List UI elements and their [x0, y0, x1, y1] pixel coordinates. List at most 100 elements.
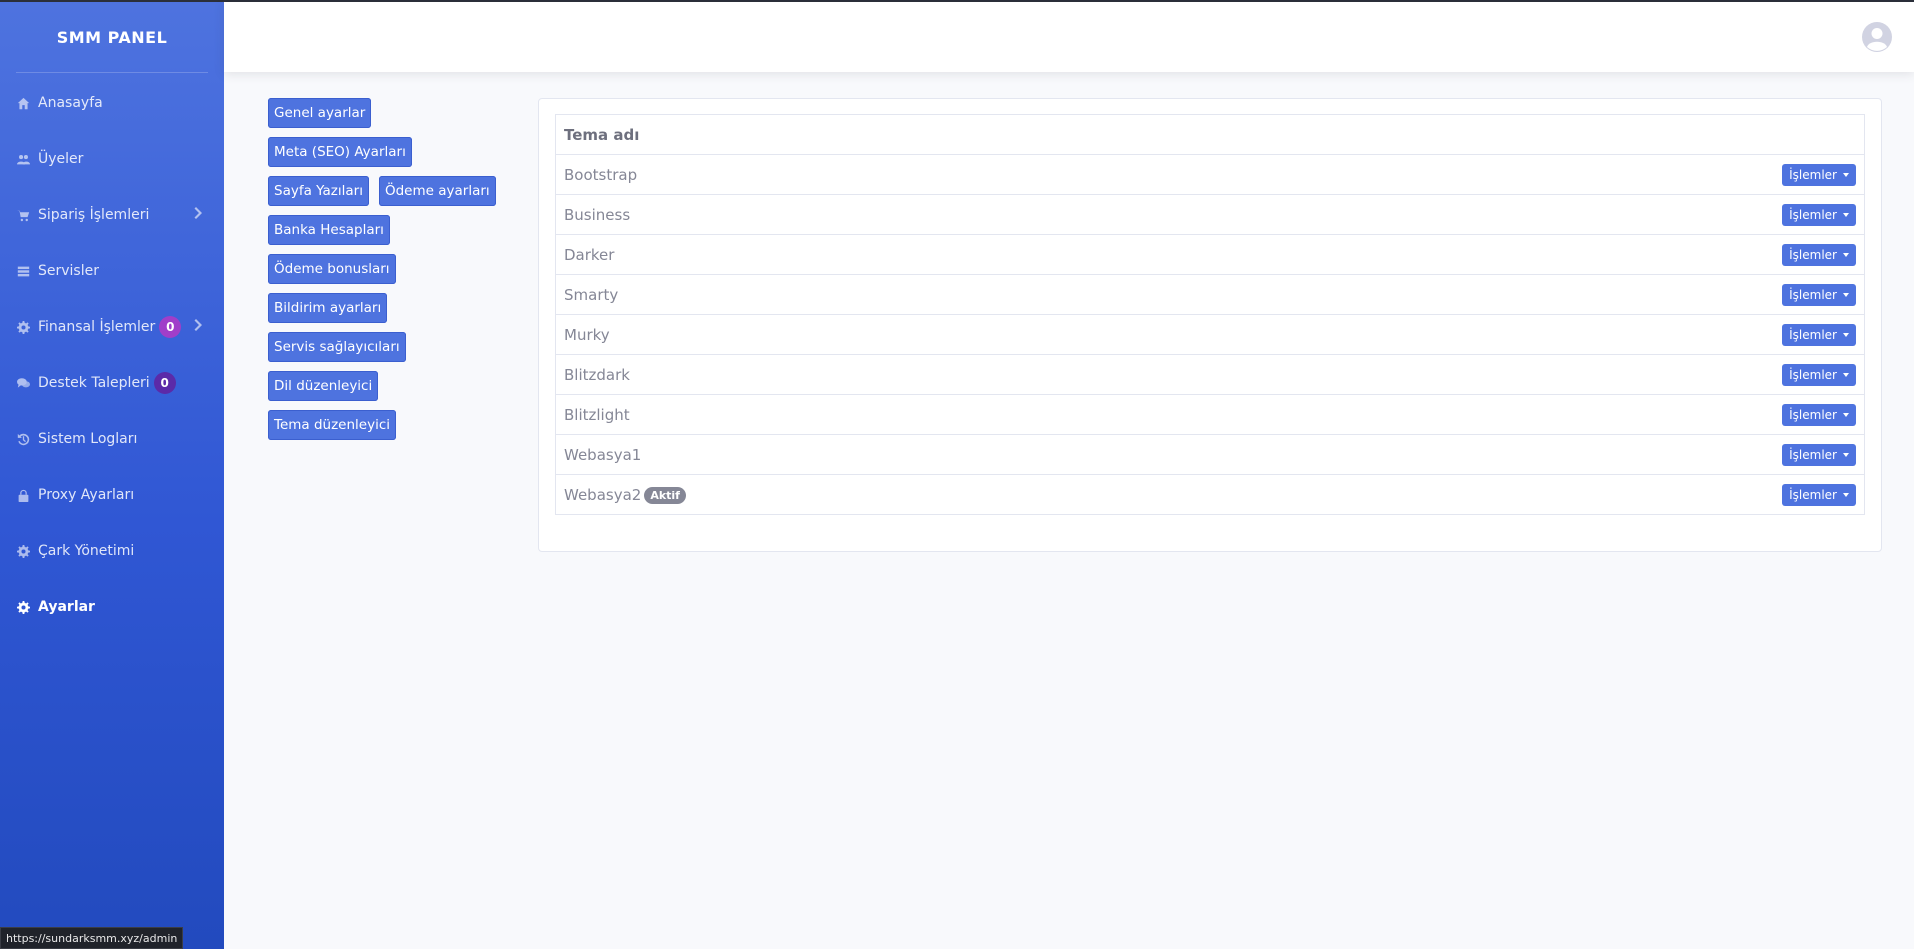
caret-down-icon	[1843, 292, 1849, 297]
actions-label: İşlemler	[1789, 327, 1837, 342]
language-editor-button[interactable]: Dil düzenleyici	[268, 371, 379, 401]
user-circle-icon[interactable]	[1862, 22, 1892, 52]
bank-accounts-button[interactable]: Banka Hesapları	[268, 215, 390, 245]
sidebar-item-label: Sistem Logları	[38, 431, 138, 447]
home-icon	[16, 96, 30, 110]
sidebar-item-label: Anasayfa	[38, 95, 103, 111]
theme-name: Blitzlight	[555, 394, 1765, 435]
notification-settings-button[interactable]: Bildirim ayarları	[268, 293, 388, 323]
chevron-right-icon[interactable]	[194, 319, 204, 335]
actions-dropdown-button[interactable]: İşlemler	[1782, 203, 1856, 226]
actions-dropdown-button[interactable]: İşlemler	[1782, 163, 1856, 186]
actions-dropdown-button[interactable]: İşlemler	[1782, 243, 1856, 266]
table-row: Darker İşlemler	[555, 234, 1865, 275]
sidebar-nav: Anasayfa Üyeler Sipariş İşlemleri Servis…	[0, 73, 224, 635]
actions-label: İşlemler	[1789, 247, 1837, 262]
actions-label: İşlemler	[1789, 367, 1837, 382]
users-icon	[16, 152, 30, 166]
cog-icon	[16, 600, 30, 614]
sidebar: SMM PANEL Anasayfa Üyeler Sipariş İşleml…	[0, 2, 224, 949]
sidebar-item-label: Çark Yönetimi	[38, 543, 135, 559]
general-settings-button[interactable]: Genel ayarlar	[268, 98, 372, 128]
sidebar-item-label: Üyeler	[38, 151, 84, 167]
table-row: Smarty İşlemler	[555, 274, 1865, 315]
actions-dropdown-button[interactable]: İşlemler	[1782, 443, 1856, 466]
caret-down-icon	[1843, 372, 1849, 377]
topbar	[224, 2, 1914, 72]
caret-down-icon	[1843, 492, 1849, 497]
payment-settings-button[interactable]: Ödeme ayarları	[378, 176, 496, 206]
actions-dropdown-button[interactable]: İşlemler	[1782, 283, 1856, 306]
active-badge: Aktif	[644, 486, 686, 504]
theme-name: Webasya2	[564, 485, 642, 504]
sidebar-item-cark-yonetimi[interactable]: Çark Yönetimi	[0, 523, 224, 579]
table-row: Murky İşlemler	[555, 314, 1865, 355]
theme-name: Murky	[555, 314, 1765, 355]
chevron-right-icon[interactable]	[194, 207, 204, 223]
caret-down-icon	[1843, 332, 1849, 337]
caret-down-icon	[1843, 452, 1849, 457]
theme-name: Webasya1	[555, 434, 1765, 475]
actions-dropdown-button[interactable]: İşlemler	[1782, 483, 1856, 506]
table-row: Webasya1 İşlemler	[555, 434, 1865, 475]
caret-down-icon	[1843, 252, 1849, 257]
sidebar-item-anasayfa[interactable]: Anasayfa	[0, 75, 224, 131]
sidebar-item-label: Destek Talepleri	[38, 375, 150, 391]
meta-seo-settings-button[interactable]: Meta (SEO) Ayarları	[268, 137, 412, 167]
sidebar-item-destek-talepleri[interactable]: Destek Talepleri 0	[0, 355, 224, 411]
sidebar-item-finansal-islemler[interactable]: Finansal İşlemler 0	[0, 299, 224, 355]
table-row: Webasya2 Aktif İşlemler	[555, 474, 1865, 515]
sidebar-item-siparis-islemleri[interactable]: Sipariş İşlemleri	[0, 187, 224, 243]
theme-table: Tema adı Bootstrap İşlemler Business İşl…	[555, 114, 1865, 515]
service-providers-button[interactable]: Servis sağlayıcıları	[268, 332, 406, 362]
theme-card: Tema adı Bootstrap İşlemler Business İşl…	[538, 98, 1882, 552]
actions-dropdown-button[interactable]: İşlemler	[1782, 363, 1856, 386]
sidebar-item-uyeler[interactable]: Üyeler	[0, 131, 224, 187]
table-header-row: Tema adı	[555, 114, 1865, 155]
sidebar-item-label: Finansal İşlemler	[38, 319, 156, 335]
sidebar-item-ayarlar[interactable]: Ayarlar	[0, 579, 224, 635]
theme-name: Smarty	[555, 274, 1765, 315]
payment-bonuses-button[interactable]: Ödeme bonusları	[268, 254, 396, 284]
sidebar-item-sistem-loglari[interactable]: Sistem Logları	[0, 411, 224, 467]
theme-name: Darker	[555, 234, 1765, 275]
table-row: Blitzdark İşlemler	[555, 354, 1865, 395]
sidebar-item-label: Sipariş İşlemleri	[38, 207, 150, 223]
theme-name-header: Tema adı	[555, 114, 1865, 155]
table-row: Bootstrap İşlemler	[555, 154, 1865, 195]
cog-icon	[16, 320, 30, 334]
sidebar-item-servisler[interactable]: Servisler	[0, 243, 224, 299]
actions-label: İşlemler	[1789, 287, 1837, 302]
caret-down-icon	[1843, 412, 1849, 417]
sidebar-item-label: Ayarlar	[38, 599, 95, 615]
notification-badge: 0	[159, 316, 182, 338]
cog-icon	[16, 544, 30, 558]
page-texts-button[interactable]: Sayfa Yazıları	[268, 176, 369, 206]
actions-dropdown-button[interactable]: İşlemler	[1782, 323, 1856, 346]
history-icon	[16, 432, 30, 446]
brand-title[interactable]: SMM PANEL	[0, 2, 224, 72]
actions-label: İşlemler	[1789, 487, 1837, 502]
comments-icon	[16, 376, 30, 390]
actions-label: İşlemler	[1789, 167, 1837, 182]
theme-name: Blitzdark	[555, 354, 1765, 395]
sidebar-item-proxy-ayarlari[interactable]: Proxy Ayarları	[0, 467, 224, 523]
actions-label: İşlemler	[1789, 447, 1837, 462]
actions-label: İşlemler	[1789, 207, 1837, 222]
list-icon	[16, 264, 30, 278]
actions-dropdown-button[interactable]: İşlemler	[1782, 403, 1856, 426]
lock-icon	[16, 488, 30, 502]
notification-badge: 0	[153, 372, 176, 394]
status-bar-url: https://sundarksmm.xyz/admin	[0, 927, 184, 949]
settings-menu: Genel ayarlar Meta (SEO) Ayarları Sayfa …	[268, 98, 508, 449]
cart-icon	[16, 208, 30, 222]
theme-name: Business	[555, 194, 1765, 235]
theme-name: Bootstrap	[555, 154, 1765, 195]
theme-editor-button[interactable]: Tema düzenleyici	[268, 410, 397, 440]
sidebar-item-label: Proxy Ayarları	[38, 487, 135, 503]
caret-down-icon	[1843, 172, 1849, 177]
table-row: Business İşlemler	[555, 194, 1865, 235]
table-row: Blitzlight İşlemler	[555, 394, 1865, 435]
actions-label: İşlemler	[1789, 407, 1837, 422]
caret-down-icon	[1843, 212, 1849, 217]
